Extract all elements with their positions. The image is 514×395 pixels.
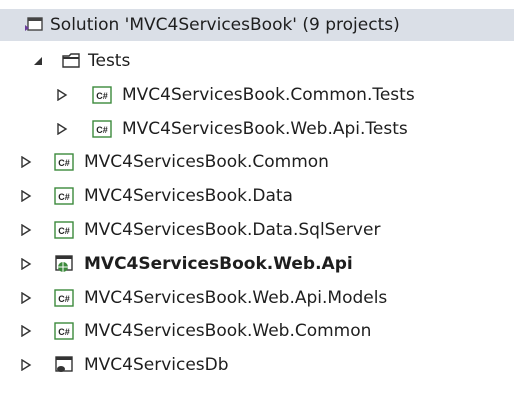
svg-text:C#: C# (58, 158, 70, 168)
expand-triangle-icon[interactable] (20, 325, 32, 337)
project-label: MVC4ServicesBook.Web.Api.Models (84, 288, 388, 308)
expand-triangle-icon[interactable] (56, 89, 68, 101)
solution-icon (24, 16, 44, 34)
project-node[interactable]: C# MVC4ServicesBook.Common.Tests (0, 79, 514, 111)
expand-triangle-icon[interactable] (20, 258, 32, 270)
project-label: MVC4ServicesDb (84, 355, 229, 375)
expand-triangle-icon[interactable] (56, 123, 68, 135)
csharp-project-icon: C# (54, 322, 74, 340)
csharp-project-icon: C# (54, 187, 74, 205)
project-node[interactable]: C# MVC4ServicesBook.Web.Common (0, 315, 514, 347)
collapse-triangle-icon[interactable] (32, 55, 44, 67)
svg-text:C#: C# (96, 125, 108, 135)
project-label: MVC4ServicesBook.Data (84, 186, 293, 206)
solution-label: Solution 'MVC4ServicesBook' (9 projects) (50, 15, 400, 35)
expand-triangle-icon[interactable] (20, 292, 32, 304)
svg-text:C#: C# (96, 91, 108, 101)
csharp-project-icon: C# (54, 289, 74, 307)
folder-icon (62, 52, 82, 70)
database-project-icon (54, 356, 74, 374)
project-node[interactable]: MVC4ServicesDb (0, 349, 514, 381)
csharp-project-icon: C# (92, 120, 112, 138)
project-label: MVC4ServicesBook.Common (84, 152, 329, 172)
project-label: MVC4ServicesBook.Common.Tests (122, 85, 415, 105)
project-node[interactable]: C# MVC4ServicesBook.Common (0, 146, 514, 178)
svg-text:C#: C# (58, 294, 70, 304)
expand-triangle-icon[interactable] (20, 359, 32, 371)
expand-triangle-icon[interactable] (20, 156, 32, 168)
web-project-icon (54, 255, 74, 273)
expand-triangle-icon[interactable] (20, 224, 32, 236)
csharp-project-icon: C# (54, 153, 74, 171)
csharp-project-icon: C# (54, 221, 74, 239)
startup-project-node[interactable]: MVC4ServicesBook.Web.Api (0, 248, 514, 280)
csharp-project-icon: C# (92, 86, 112, 104)
project-node[interactable]: C# MVC4ServicesBook.Data.SqlServer (0, 214, 514, 246)
expand-triangle-icon[interactable] (20, 190, 32, 202)
solution-explorer-tree: Solution 'MVC4ServicesBook' (9 projects)… (0, 0, 514, 395)
project-node[interactable]: C# MVC4ServicesBook.Web.Api.Models (0, 282, 514, 314)
project-label: MVC4ServicesBook.Web.Api (84, 254, 353, 274)
svg-text:C#: C# (58, 226, 70, 236)
svg-text:C#: C# (58, 327, 70, 337)
project-label: MVC4ServicesBook.Web.Common (84, 321, 372, 341)
project-label: MVC4ServicesBook.Data.SqlServer (84, 220, 381, 240)
svg-text:C#: C# (58, 192, 70, 202)
folder-node-tests[interactable]: Tests (0, 45, 514, 77)
project-node[interactable]: C# MVC4ServicesBook.Web.Api.Tests (0, 113, 514, 145)
folder-label: Tests (88, 51, 131, 71)
project-label: MVC4ServicesBook.Web.Api.Tests (122, 119, 408, 139)
solution-node[interactable]: Solution 'MVC4ServicesBook' (9 projects) (0, 9, 514, 41)
project-node[interactable]: C# MVC4ServicesBook.Data (0, 180, 514, 212)
